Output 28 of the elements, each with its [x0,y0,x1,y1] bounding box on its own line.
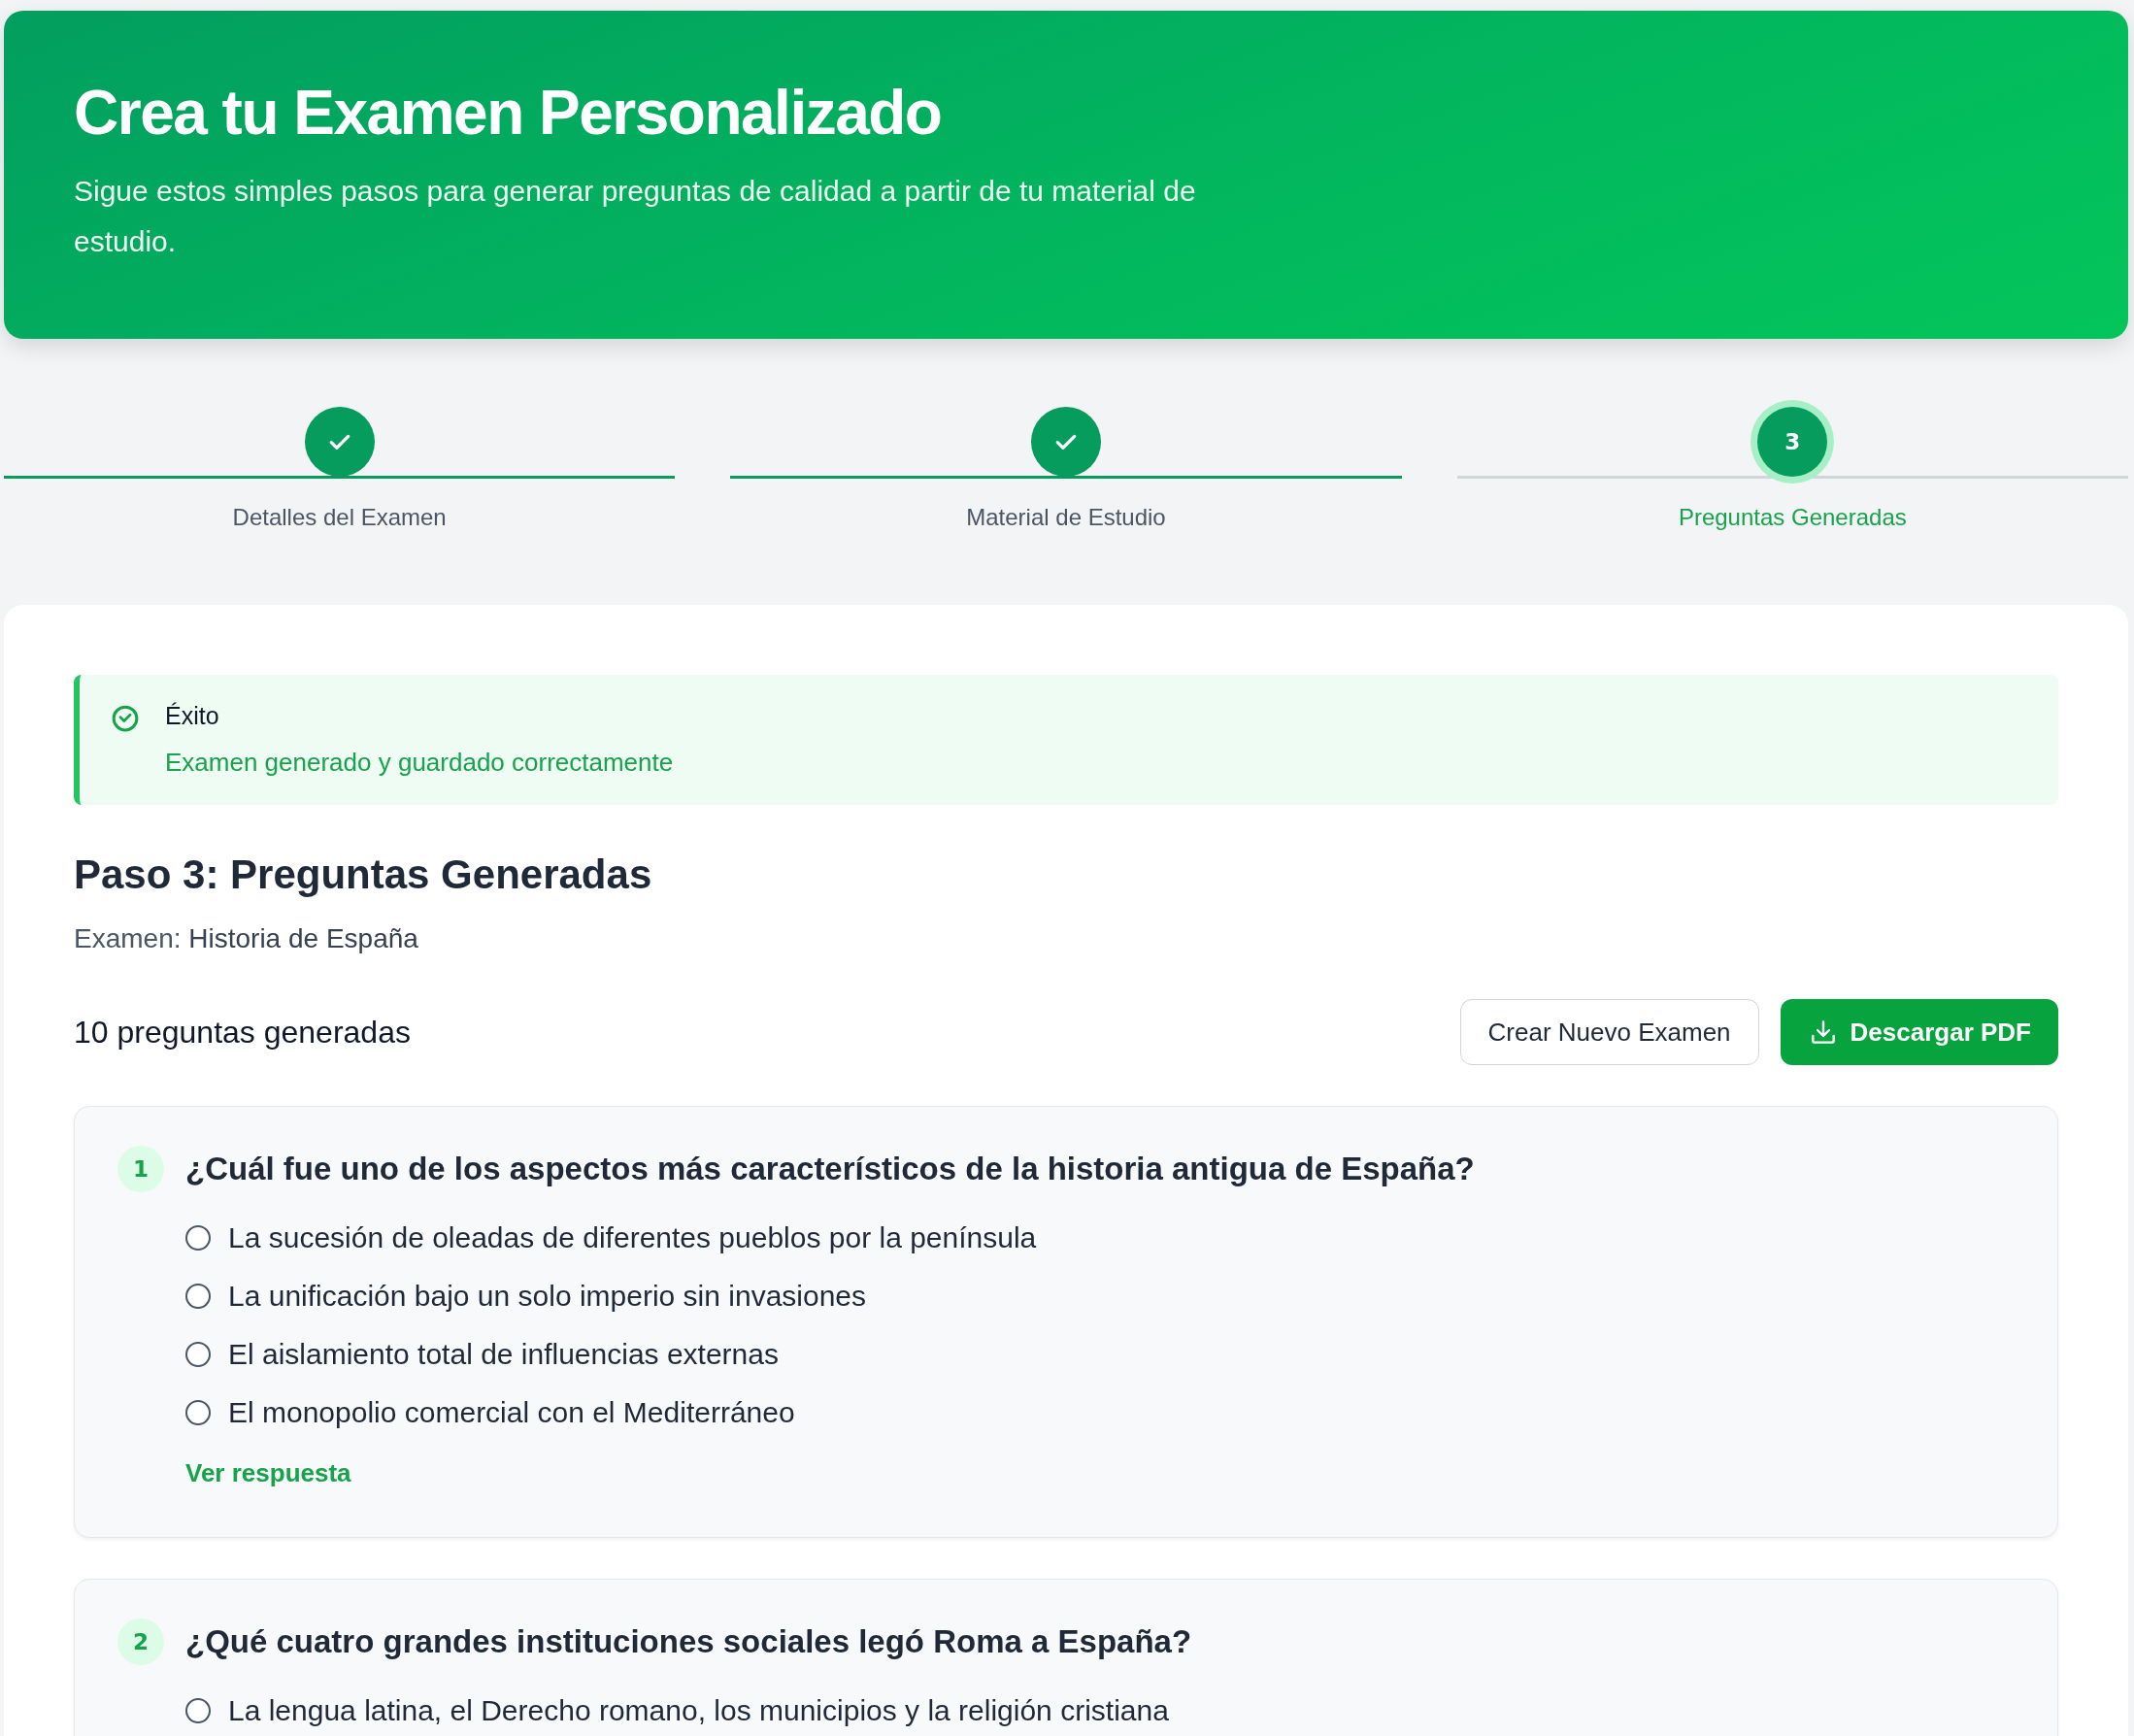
question-number-badge: 2 [117,1619,164,1665]
alert-title: Éxito [165,702,220,730]
step-label: Material de Estudio [966,504,1166,531]
exam-name: Examen: Historia de España [74,923,419,954]
new-exam-button[interactable]: Crear Nuevo Examen [1459,999,1759,1065]
option-text: La unificación bajo un solo imperio sin invasiones [228,1280,867,1313]
page-title: Crea tu Examen Personalizado [74,79,943,148]
section-title: Paso 3: Preguntas Generadas [74,851,653,898]
option-text: El aislamiento total de influencias externas [228,1338,779,1371]
question-text: ¿Qué cuatro grandes instituciones sociales legó Roma a España? [185,1623,1192,1660]
question-count: 10 preguntas generadas [74,1014,411,1051]
question-text: ¿Cuál fue uno de los aspectos más característicos de la historia antigua de España? [185,1151,1475,1187]
page-subtitle: Sigue estos simples pasos para generar preguntas de calidad a partir de tu material de estudio. [74,174,1197,260]
step-label: Preguntas Generadas [1678,504,1907,531]
radio-button[interactable] [185,1225,211,1251]
option-text: La sucesión de oleadas de diferentes pueblos por la península [228,1221,1037,1254]
download-pdf-button[interactable]: Descargar PDF [1780,999,2058,1065]
step-label: Detalles del Examen [232,504,447,531]
radio-button[interactable] [185,1342,211,1367]
check-circle-icon [111,704,140,733]
radio-button[interactable] [185,1400,211,1425]
option-text: El monopolio comercial con el Mediterráneo [228,1396,795,1429]
alert-message: Examen generado y guardado correctamente [165,748,674,778]
question-number-badge: 1 [117,1146,164,1192]
option-text: La lengua latina, el Derecho romano, los municipios y la religión cristiana [228,1694,1169,1727]
radio-button[interactable] [185,1284,211,1309]
radio-button[interactable] [185,1698,211,1723]
show-answer-link[interactable]: Ver respuesta [185,1458,351,1488]
